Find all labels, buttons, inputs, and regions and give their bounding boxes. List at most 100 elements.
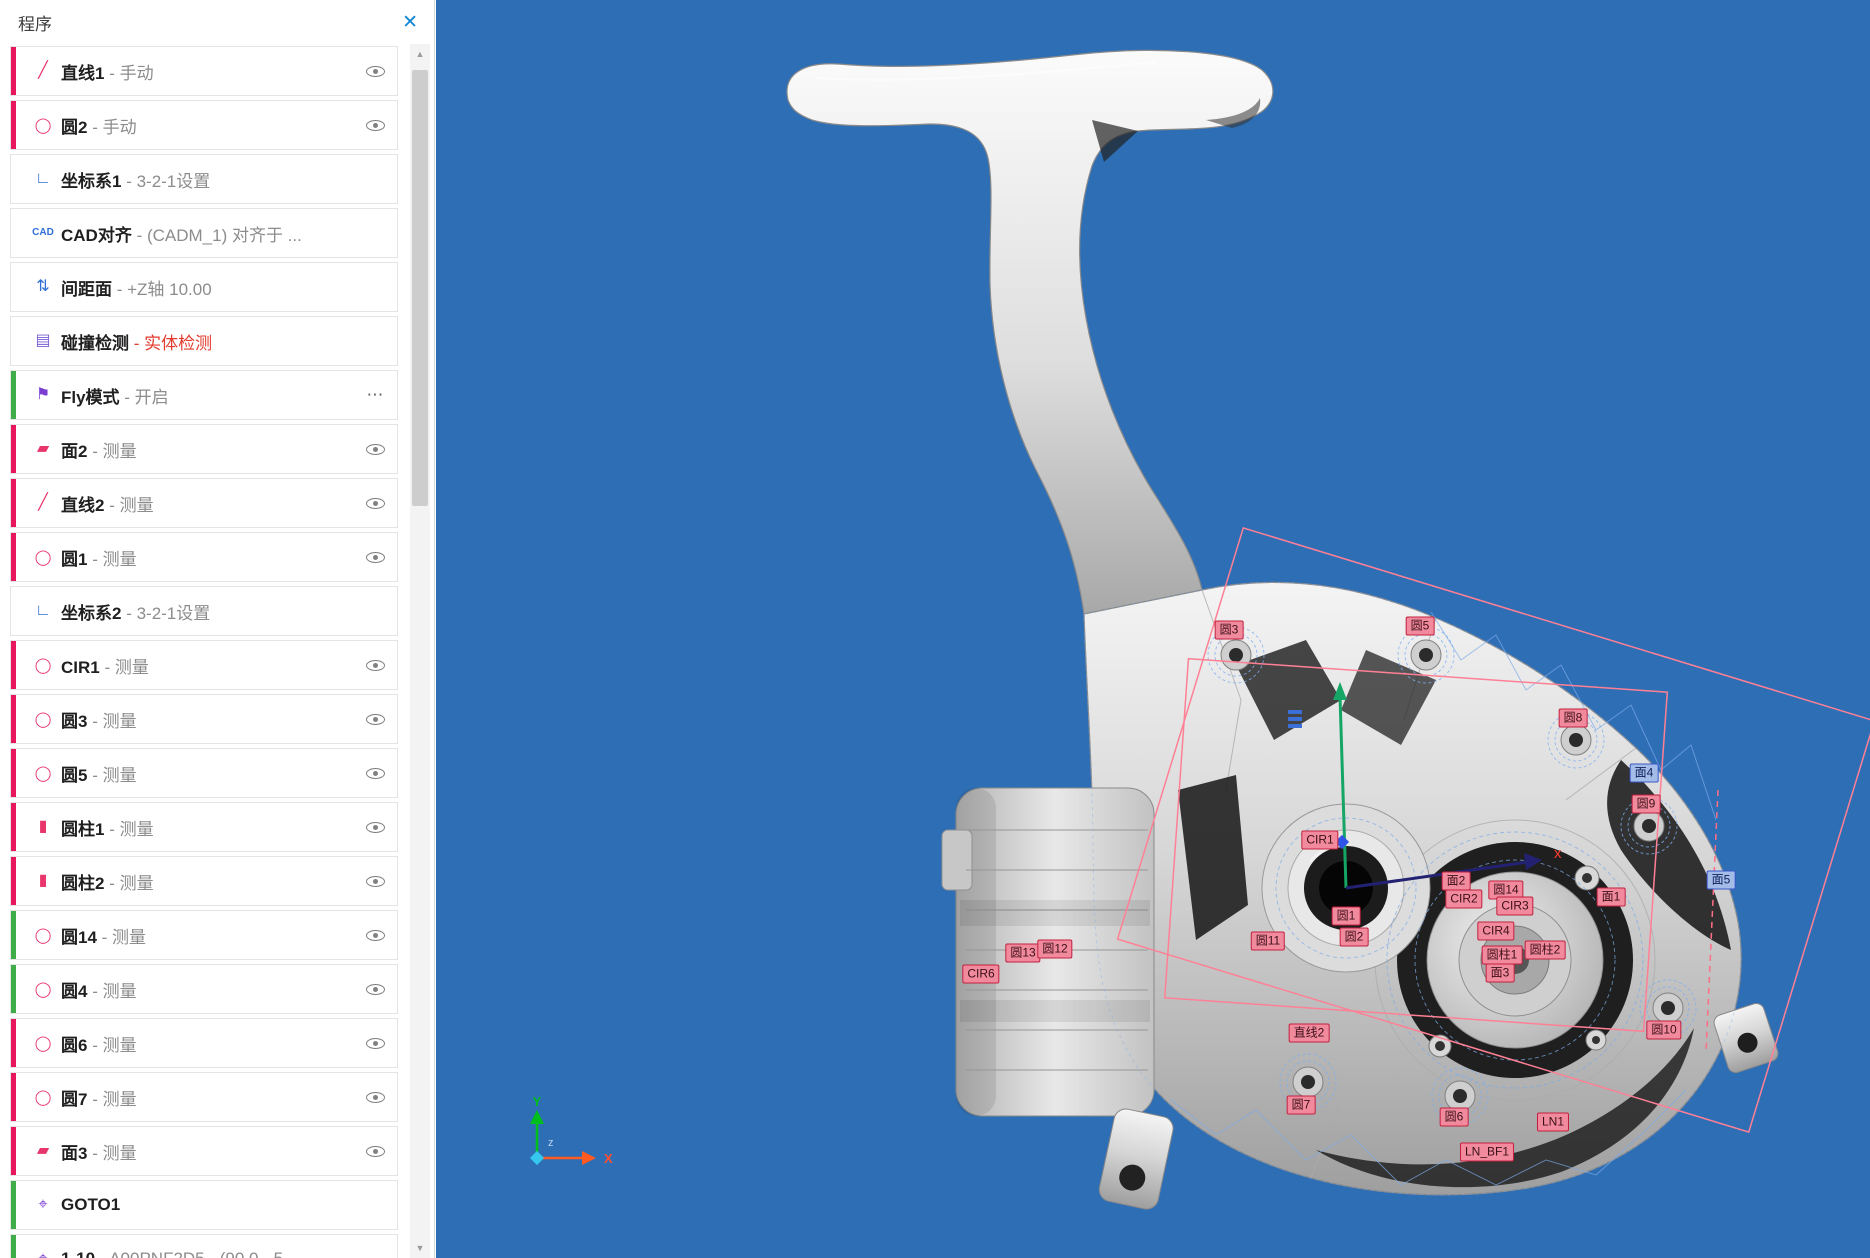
item-suffix: - 测量: [97, 928, 146, 947]
item-suffix: - 测量: [104, 496, 153, 515]
program-item[interactable]: ◯ 圆6 - 测量 ⋯: [10, 1018, 398, 1068]
program-item[interactable]: ◯ CIR1 - 测量 ⋯: [10, 640, 398, 690]
item-name: 圆4: [61, 982, 87, 1001]
visibility-eye-icon[interactable]: [353, 768, 397, 779]
measure-badge[interactable]: 面3: [1486, 964, 1515, 983]
item-icon: ▮: [25, 873, 61, 889]
program-item[interactable]: ▤ 碰撞检测 - 实体检测 ⋯: [10, 316, 398, 366]
measure-badge[interactable]: 面2: [1442, 872, 1471, 891]
measure-badge[interactable]: 圆11: [1251, 932, 1285, 951]
measure-badge[interactable]: 圆8: [1559, 709, 1588, 728]
program-item[interactable]: ◯ 圆3 - 测量 ⋯: [10, 694, 398, 744]
clip-handle-icon[interactable]: [1288, 710, 1302, 728]
item-name: 直线2: [61, 496, 104, 515]
measure-badge[interactable]: 圆7: [1287, 1096, 1316, 1115]
visibility-eye-icon[interactable]: [353, 876, 397, 887]
item-name: 圆14: [61, 928, 97, 947]
program-item[interactable]: ╱ 直线2 - 测量 ⋯: [10, 478, 398, 528]
measure-badge[interactable]: 面1: [1597, 888, 1626, 907]
measure-badge[interactable]: 圆5: [1406, 617, 1435, 636]
measure-badge[interactable]: CIR1: [1301, 831, 1338, 850]
item-accent-bar: [11, 749, 16, 797]
measure-badge[interactable]: 面5: [1707, 871, 1736, 890]
visibility-eye-icon[interactable]: [353, 714, 397, 725]
item-suffix: - 实体检测: [129, 334, 212, 353]
measure-badge[interactable]: CIR4: [1477, 922, 1514, 941]
program-item[interactable]: ⌖ GOTO1 ⋯: [10, 1180, 398, 1230]
item-accent-bar: [11, 965, 16, 1013]
item-suffix: - (CADM_1) 对齐于 ...: [132, 226, 302, 245]
program-item[interactable]: ⇅ 间距面 - +Z轴 10.00 ⋯: [10, 262, 398, 312]
item-accent-bar: [11, 263, 16, 311]
measure-badge[interactable]: 圆6: [1440, 1108, 1469, 1127]
program-item[interactable]: ◯ 圆7 - 测量 ⋯: [10, 1072, 398, 1122]
measure-badge[interactable]: 圆9: [1632, 795, 1661, 814]
visibility-eye-icon[interactable]: [353, 120, 397, 131]
scroll-down-icon[interactable]: ▼: [410, 1238, 430, 1258]
program-item[interactable]: ◯ 圆1 - 测量 ⋯: [10, 532, 398, 582]
item-accent-bar: [11, 803, 16, 851]
measure-badge[interactable]: CIR3: [1496, 897, 1533, 916]
measure-badge[interactable]: LN_BF1: [1460, 1143, 1514, 1162]
measure-badge[interactable]: 圆12: [1037, 940, 1072, 959]
part-foot-tab: [1097, 1107, 1175, 1211]
visibility-eye-icon[interactable]: [353, 930, 397, 941]
program-item[interactable]: ⌖ 1-10 - A00PNF2D5 - (90.0 - 5 ⋯: [10, 1234, 398, 1258]
program-item[interactable]: ▮ 圆柱1 - 测量 ⋯: [10, 802, 398, 852]
item-icon: ◯: [25, 712, 61, 727]
measure-badge[interactable]: 圆10: [1646, 1021, 1681, 1040]
visibility-eye-icon[interactable]: [353, 498, 397, 509]
visibility-eye-icon[interactable]: [353, 822, 397, 833]
close-icon[interactable]: ✕: [402, 13, 418, 32]
program-item[interactable]: CAD CAD对齐 - (CADM_1) 对齐于 ... ⋯: [10, 208, 398, 258]
measure-badge[interactable]: 圆3: [1215, 621, 1244, 640]
program-item[interactable]: ◯ 圆14 - 测量 ⋯: [10, 910, 398, 960]
item-suffix: - A00PNF2D5 - (90.0 - 5: [95, 1249, 283, 1258]
program-item[interactable]: ◯ 圆5 - 测量 ⋯: [10, 748, 398, 798]
measure-badge[interactable]: 直线2: [1289, 1024, 1330, 1043]
item-label: 圆5 - 测量: [61, 761, 353, 786]
visibility-eye-icon[interactable]: [353, 660, 397, 671]
visibility-eye-icon[interactable]: [353, 1146, 397, 1157]
program-item[interactable]: ▰ 面3 - 测量 ⋯: [10, 1126, 398, 1176]
measure-badge[interactable]: 圆柱2: [1525, 941, 1566, 960]
item-label: 面2 - 测量: [61, 437, 353, 462]
scroll-up-icon[interactable]: ▲: [410, 44, 430, 64]
measure-badge[interactable]: 圆1: [1332, 907, 1361, 926]
measure-badge[interactable]: CIR6: [962, 965, 999, 984]
measure-badge[interactable]: 圆2: [1340, 928, 1369, 947]
program-item[interactable]: ◯ 圆2 - 手动 ⋯: [10, 100, 398, 150]
program-item[interactable]: ⚑ Fly模式 - 开启 ⋯: [10, 370, 398, 420]
measure-badge[interactable]: 圆柱1: [1482, 946, 1523, 965]
scrollbar-thumb[interactable]: [412, 70, 428, 506]
visibility-eye-icon[interactable]: [353, 552, 397, 563]
program-item[interactable]: ∟ 坐标系1 - 3-2-1设置 ⋯: [10, 154, 398, 204]
item-more-icon[interactable]: ⋯: [353, 385, 397, 405]
measure-badge[interactable]: CIR2: [1445, 890, 1482, 909]
program-item[interactable]: ▰ 面2 - 测量 ⋯: [10, 424, 398, 474]
item-suffix: - 3-2-1设置: [121, 604, 210, 623]
visibility-eye-icon[interactable]: [353, 984, 397, 995]
visibility-eye-icon[interactable]: [353, 1038, 397, 1049]
item-suffix: - 测量: [87, 712, 136, 731]
item-icon: ▰: [25, 1143, 61, 1159]
item-suffix: - 测量: [100, 658, 149, 677]
measure-badge[interactable]: 面4: [1630, 764, 1659, 783]
visibility-eye-icon[interactable]: [353, 444, 397, 455]
item-label: CIR1 - 测量: [61, 653, 353, 678]
item-icon: ◯: [25, 118, 61, 133]
measure-badge[interactable]: 圆13: [1005, 944, 1040, 963]
viewport[interactable]: x Y X z 圆3圆5圆8面4圆9面5CIR1面2CIR2圆14CIR3面1圆…: [436, 0, 1870, 1258]
program-item[interactable]: ╱ 直线1 - 手动 ⋯: [10, 46, 398, 96]
visibility-eye-icon[interactable]: [353, 1092, 397, 1103]
scrollbar[interactable]: ▲ ▼: [410, 44, 430, 1258]
program-item[interactable]: ∟ 坐标系2 - 3-2-1设置 ⋯: [10, 586, 398, 636]
item-name: 直线1: [61, 64, 104, 83]
item-name: 面2: [61, 442, 87, 461]
item-label: GOTO1: [61, 1195, 397, 1215]
program-item[interactable]: ▮ 圆柱2 - 测量 ⋯: [10, 856, 398, 906]
measure-badge[interactable]: LN1: [1537, 1113, 1569, 1132]
item-icon: ◯: [25, 928, 61, 943]
visibility-eye-icon[interactable]: [353, 66, 397, 77]
program-item[interactable]: ◯ 圆4 - 测量 ⋯: [10, 964, 398, 1014]
